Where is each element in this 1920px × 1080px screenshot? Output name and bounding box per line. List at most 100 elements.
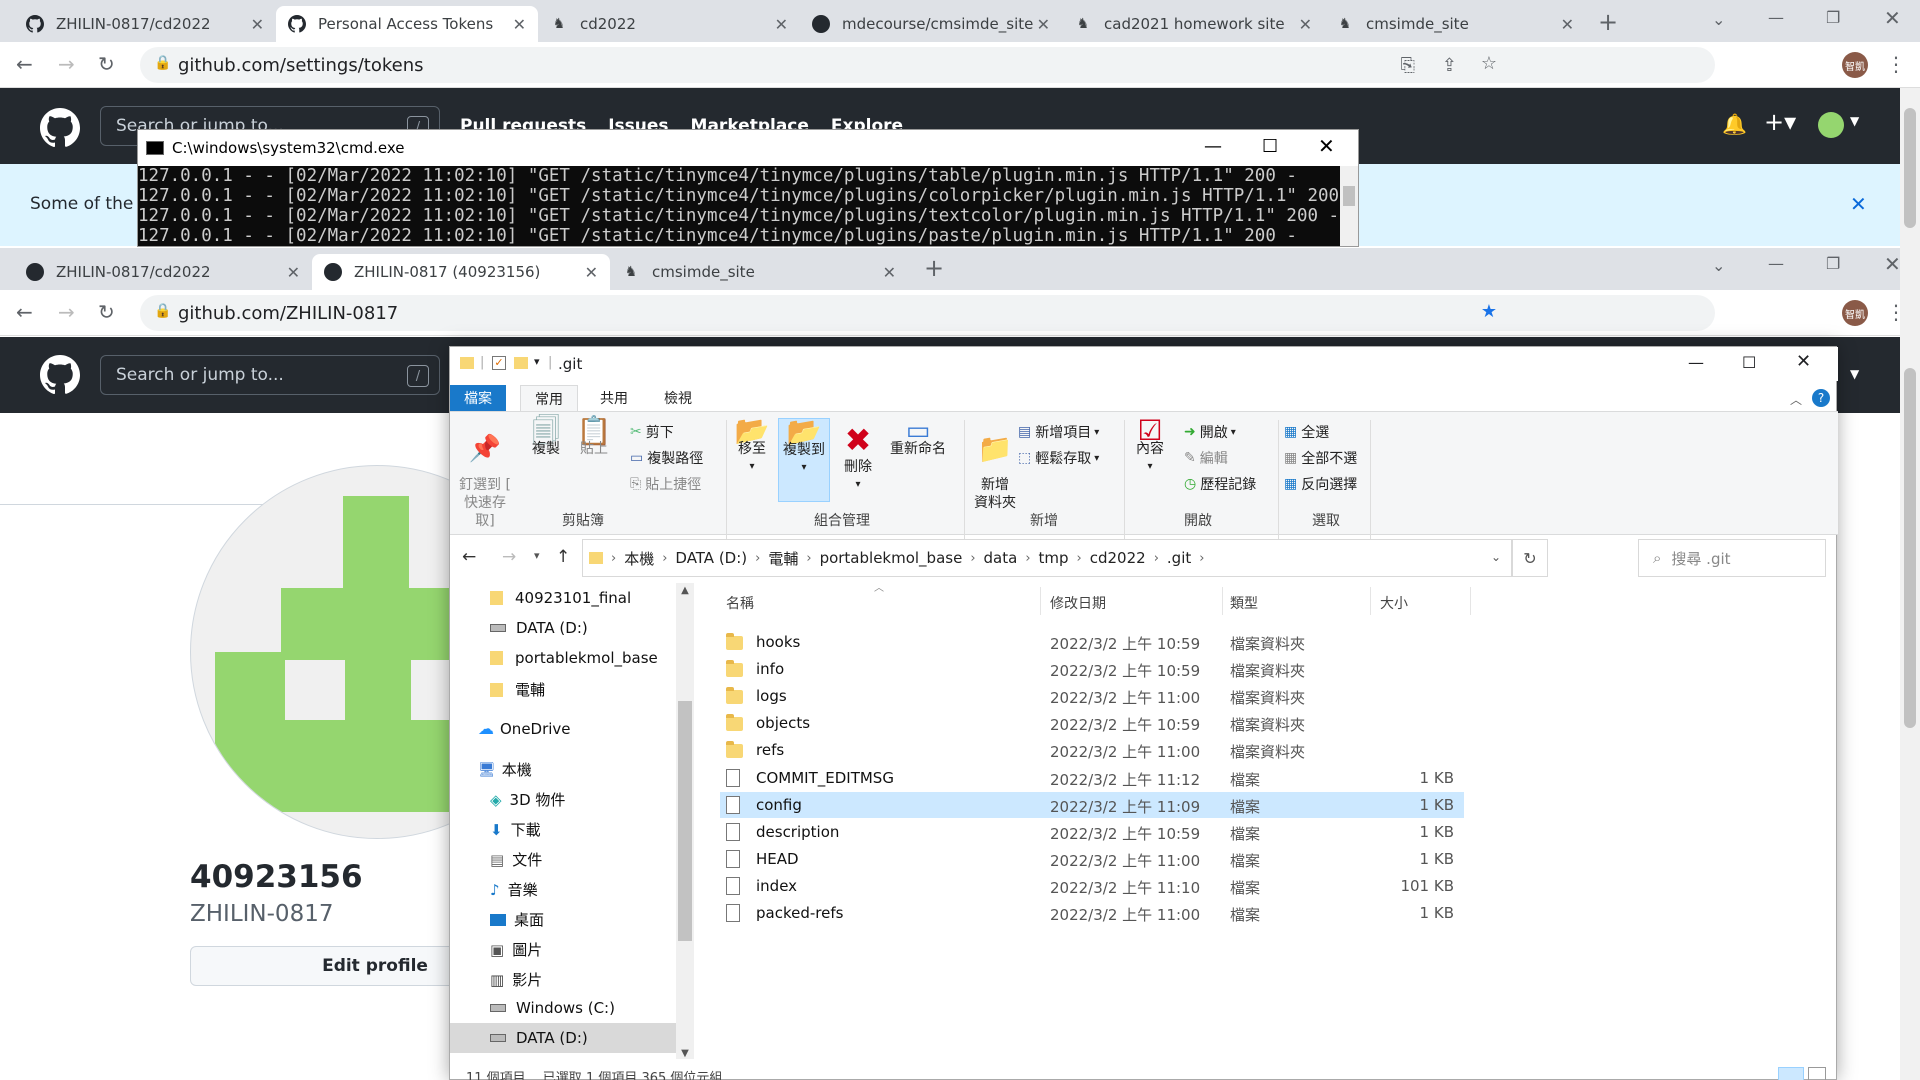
browser2-tab-1[interactable]: ZHILIN-0817/cd2022 ✕: [14, 254, 312, 290]
maximize-icon[interactable]: ❐: [1826, 8, 1840, 27]
profile-avatar[interactable]: 智凱: [1842, 300, 1868, 326]
close-window-icon[interactable]: ✕: [1884, 6, 1901, 30]
new-tab-button[interactable]: +: [1598, 8, 1618, 36]
tree-item[interactable]: 🖥 本機: [478, 759, 532, 780]
browser2-tab-3[interactable]: ♞ cmsimde_site ✕: [610, 254, 908, 290]
file-row[interactable]: HEAD 2022/3/2 上午 11:00 檔案 1 KB: [720, 846, 1464, 872]
reload-icon[interactable]: ↻: [98, 300, 115, 324]
address-bar[interactable]: 🔒 github.com/ZHILIN-0817 ★: [140, 295, 1715, 331]
easy-access-button[interactable]: ⬚ 輕鬆存取 ▾: [1018, 448, 1099, 468]
new-folder-button[interactable]: 📁 新增 資料夾: [970, 422, 1020, 512]
file-row[interactable]: config 2022/3/2 上午 11:09 檔案 1 KB: [720, 791, 1464, 818]
rename-button[interactable]: ▭ 重新命名: [886, 418, 950, 458]
open-button[interactable]: ➜ 開啟 ▾: [1184, 422, 1236, 442]
tree-item[interactable]: ▥ 影片: [490, 969, 542, 990]
minimize-icon[interactable]: —: [1688, 353, 1704, 372]
close-icon[interactable]: ✕: [775, 15, 788, 34]
close-icon[interactable]: ✕: [513, 15, 526, 34]
breadcrumb-item[interactable]: 電輔: [768, 548, 798, 569]
file-row[interactable]: objects 2022/3/2 上午 10:59 檔案資料夾: [720, 710, 1464, 736]
copy-path-button[interactable]: ▭ 複製路徑: [630, 448, 703, 468]
tree-item[interactable]: 40923101_final: [490, 589, 631, 607]
column-date[interactable]: 修改日期: [1050, 593, 1106, 613]
close-window-icon[interactable]: ✕: [1796, 351, 1811, 372]
browser1-tab-6[interactable]: ♞ cmsimde_site ✕: [1324, 6, 1586, 42]
create-new-icon[interactable]: +▾: [1764, 108, 1796, 136]
forward-icon[interactable]: →: [502, 547, 516, 567]
breadcrumb-item[interactable]: tmp: [1039, 549, 1069, 567]
chevron-down-icon[interactable]: ▼: [1850, 367, 1859, 381]
close-window-icon[interactable]: ✕: [1884, 252, 1901, 276]
menu-icon[interactable]: ⋮: [1886, 52, 1906, 76]
pin-quick-access-button[interactable]: 📌 釘選到 [ 快速存取]: [456, 422, 514, 530]
copy-button[interactable]: 🗐 複製: [526, 417, 566, 458]
breadcrumb-item[interactable]: 本機: [624, 548, 654, 569]
cmd-titlebar[interactable]: C:\windows\system32\cmd.exe — ☐ ✕: [138, 130, 1358, 166]
file-row[interactable]: COMMIT_EDITMSG 2022/3/2 上午 11:12 檔案 1 KB: [720, 765, 1464, 791]
minimize-icon[interactable]: —: [1768, 8, 1784, 27]
close-icon[interactable]: ✕: [251, 15, 264, 34]
browser1-tab-2[interactable]: Personal Access Tokens ✕: [276, 6, 538, 42]
tree-item[interactable]: 桌面: [490, 909, 544, 930]
file-row[interactable]: refs 2022/3/2 上午 11:00 檔案資料夾: [720, 737, 1464, 763]
breadcrumb-item[interactable]: .git: [1167, 549, 1191, 567]
up-icon[interactable]: ↑: [556, 547, 570, 567]
new-item-button[interactable]: ▤ 新增項目 ▾: [1018, 422, 1099, 442]
close-icon[interactable]: ✕: [1850, 192, 1867, 216]
breadcrumb-item[interactable]: cd2022: [1090, 549, 1146, 567]
bell-icon[interactable]: 🔔: [1722, 112, 1747, 136]
user-avatar-icon[interactable]: [1818, 112, 1844, 138]
cmd-window[interactable]: C:\windows\system32\cmd.exe — ☐ ✕ 127.0.…: [137, 129, 1359, 247]
translate-icon[interactable]: ⎘: [1401, 55, 1415, 76]
select-all-button[interactable]: ▦ 全選: [1284, 422, 1329, 442]
file-row[interactable]: info 2022/3/2 上午 10:59 檔案資料夾: [720, 656, 1464, 682]
new-tab-button[interactable]: +: [924, 254, 944, 282]
back-icon[interactable]: ←: [462, 547, 476, 567]
github-logo-icon[interactable]: [40, 108, 80, 148]
browser1-tab-1[interactable]: ZHILIN-0817/cd2022 ✕: [14, 6, 276, 42]
navigation-scrollbar[interactable]: ▲ ▼: [676, 583, 694, 1059]
tab-search-icon[interactable]: ⌄: [1712, 256, 1725, 275]
breadcrumb-item[interactable]: data: [984, 549, 1018, 567]
copy-to-button[interactable]: 📂 複製到 ▾: [778, 418, 830, 502]
chevron-down-icon[interactable]: ▼: [1850, 114, 1859, 128]
tree-item[interactable]: Windows (C:): [490, 999, 615, 1017]
ribbon-tab-view[interactable]: 檢視: [650, 385, 706, 411]
help-icon[interactable]: ?: [1812, 389, 1830, 407]
breadcrumb[interactable]: › 本機 › DATA (D:) › 電輔 › portablekmol_base › …: [582, 539, 1512, 577]
tree-item[interactable]: 電輔: [490, 679, 545, 700]
close-icon[interactable]: ✕: [1299, 15, 1312, 34]
minimize-icon[interactable]: —: [1768, 254, 1784, 273]
tree-item[interactable]: ◈ 3D 物件: [490, 789, 565, 810]
tab-search-icon[interactable]: ⌄: [1712, 10, 1725, 29]
tree-item[interactable]: ☁ OneDrive: [478, 719, 571, 738]
explorer-titlebar[interactable]: | ✓ ▾ | .git — ☐ ✕: [450, 347, 1838, 381]
back-icon[interactable]: ←: [16, 52, 33, 76]
close-window-icon[interactable]: ✕: [1318, 134, 1335, 158]
back-icon[interactable]: ←: [16, 300, 33, 324]
collapse-ribbon-icon[interactable]: ︿: [1790, 391, 1802, 408]
column-name[interactable]: 名稱: [726, 593, 754, 613]
column-type[interactable]: 類型: [1230, 593, 1258, 613]
tree-item[interactable]: portablekmol_base: [490, 649, 658, 667]
browser2-tab-2[interactable]: ZHILIN-0817 (40923156) ✕: [312, 254, 610, 290]
file-row[interactable]: packed-refs 2022/3/2 上午 11:00 檔案 1 KB: [720, 900, 1464, 926]
file-explorer-window[interactable]: | ✓ ▾ | .git — ☐ ✕ 檔案 常用 共用 檢視 ︿ ? 📌 釘選到…: [449, 346, 1838, 1080]
properties-button[interactable]: ☑ 內容 ▾: [1130, 417, 1170, 476]
breadcrumb-item[interactable]: DATA (D:): [675, 549, 747, 567]
recent-locations-icon[interactable]: ▾: [534, 549, 540, 562]
file-row[interactable]: logs 2022/3/2 上午 11:00 檔案資料夾: [720, 683, 1464, 709]
github-logo-icon[interactable]: [40, 355, 80, 395]
minimize-icon[interactable]: —: [1204, 136, 1222, 157]
close-icon[interactable]: ✕: [1561, 15, 1574, 34]
ribbon-tab-home[interactable]: 常用: [520, 385, 578, 411]
profile-avatar[interactable]: 智凱: [1842, 52, 1868, 78]
paste-shortcut-button[interactable]: ⎘ 貼上捷徑: [630, 474, 701, 494]
close-icon[interactable]: ✕: [585, 263, 598, 282]
invert-selection-button[interactable]: ▦ 反向選擇: [1284, 474, 1357, 494]
maximize-icon[interactable]: ☐: [1742, 353, 1756, 372]
tree-item[interactable]: ♪ 音樂: [490, 879, 538, 900]
github-search-input[interactable]: Search or jump to... /: [100, 355, 440, 395]
browser1-tab-5[interactable]: ♞ cad2021 homework site ✕: [1062, 6, 1324, 42]
refresh-button[interactable]: ↻: [1512, 539, 1548, 577]
